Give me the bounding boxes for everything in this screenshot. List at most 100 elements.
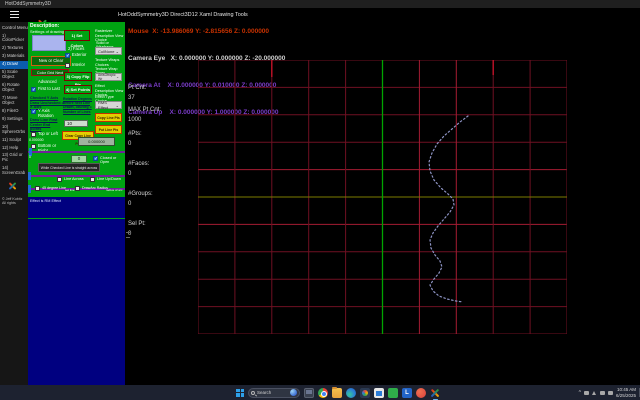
chevron-down-icon: ⌄ [116, 49, 119, 54]
slider-1-track[interactable] [28, 151, 125, 153]
copilot-icon[interactable] [290, 389, 297, 396]
draw-line-first-link[interactable]: Draw Line First Center End points [30, 118, 60, 132]
drawing-canvas[interactable] [198, 60, 567, 334]
taskbar-clock[interactable]: 10:45 AM 6/25/2025 [616, 387, 636, 399]
drawn-curve [429, 116, 468, 302]
sidebar-item-1-colorpicker[interactable]: 1) ColorPicker [0, 32, 28, 45]
set-colors-button[interactable]: 1) Set Colors [64, 30, 90, 41]
slider-value-label: 0.000000 [29, 138, 44, 142]
interior-checkbox[interactable]: Interior [65, 63, 91, 68]
app-header: HotOddSymmetry3D Direct3D12 Xaml Drawing… [0, 8, 640, 22]
sidebar-item-14-screengrab[interactable]: 14) ScreenGrab [0, 165, 28, 178]
sidebar-item-5-scale-object[interactable]: 5) Scale Object [0, 69, 28, 82]
rotation-degrees-link[interactable]: Rotation Degrees before next Line Drawn,… [63, 97, 92, 114]
faces-label: 2) Faces [68, 46, 84, 51]
texture-wrap-dropdown[interactable]: AnisOtropic Wr⌄ [95, 73, 122, 81]
slider-2-thumb[interactable] [28, 172, 31, 180]
sidebar-item-8-fileio[interactable]: 8) FileIO [0, 107, 28, 115]
sidebar-item-6-rotate-object[interactable]: 6) Rotate Object [0, 82, 28, 95]
checkbox-icon[interactable] [75, 186, 80, 191]
exterior-checkbox[interactable]: Exterior [65, 53, 91, 58]
store-icon[interactable] [374, 388, 384, 398]
wifi-icon[interactable] [592, 391, 597, 395]
red-app-icon[interactable] [416, 388, 426, 398]
checkbox-checked-icon[interactable] [65, 53, 70, 58]
line-across-checkbox[interactable]: Line Across [57, 177, 84, 182]
sidebar-item-3-materials[interactable]: 3) Materials [0, 53, 28, 61]
copy-line-pts-button[interactable]: Copy Line Pts [95, 113, 122, 122]
control-menu-items: 1) ColorPicker2) Textures3) Materials4) … [0, 32, 28, 178]
scrollbar-ticks [126, 232, 130, 242]
straight-line-tooltip: While Checked Line is straight across [38, 163, 100, 172]
clock-date: 6/25/2025 [616, 393, 636, 399]
taskbar: Search L ^ 10:45 AM 6/25/2025 [0, 385, 640, 400]
sidebar-item-10-sphereorbs[interactable]: 10) SphereOrbs [0, 123, 28, 136]
copyright-line-2: All rights [0, 201, 28, 206]
start-button-icon[interactable] [236, 389, 244, 397]
grid-and-curve-svg[interactable] [198, 60, 567, 334]
hotodd-app-icon[interactable] [430, 388, 440, 398]
green-app-icon[interactable] [388, 388, 398, 398]
hamburger-menu-icon[interactable] [10, 11, 19, 18]
put-line-pts-button[interactable]: Put Line Pts [95, 125, 122, 134]
search-icon [251, 391, 255, 395]
zero-value-label: 0 [29, 155, 31, 159]
photos-icon[interactable] [360, 388, 370, 398]
chrome-icon[interactable] [318, 388, 328, 398]
checkbox-checked-icon[interactable] [31, 109, 36, 114]
slider-value-box: 0.000000 [78, 137, 115, 146]
sidebar-item-9-settings[interactable]: 9) Settings [0, 115, 28, 123]
zero-value-box: 0 [71, 155, 87, 163]
effect-status-panel: Effect is RM Effect [28, 197, 125, 385]
sidebar-item-13-grid-or-pic[interactable]: 13) Grid or Pic [0, 152, 28, 165]
mouse-coords: Mouse X: -13.986069 Y: -2.815656 Z: 0.00… [128, 27, 285, 36]
line-up-down-checkbox[interactable]: Line Up/Down [90, 177, 121, 182]
monitor-app-icon[interactable] [304, 388, 314, 398]
sidebar-item-2-textures[interactable]: 2) Textures [0, 45, 28, 53]
set-line-note: set line [65, 188, 75, 192]
taskbar-app-icons: L [304, 388, 440, 398]
top-or-left-checkbox[interactable]: Top or Left [31, 132, 63, 137]
file-explorer-icon[interactable] [332, 388, 342, 398]
checkbox-checked-icon[interactable] [93, 156, 98, 161]
sidebar-x-logo-icon [8, 181, 17, 190]
checkbox-icon[interactable] [65, 63, 70, 68]
effect-type-dropdown[interactable]: RMS Effect⌄ [95, 101, 122, 109]
slider-3-thumb[interactable] [28, 185, 31, 193]
checkbox-icon[interactable] [57, 177, 62, 182]
checkbox-checked-icon[interactable] [31, 87, 36, 92]
hidden-icons-chevron-icon[interactable]: ^ [579, 390, 581, 396]
sidebar-item-12-help[interactable]: 12) Help [0, 144, 28, 152]
os-titlebar: HotOddSymmetry3D [0, 0, 640, 8]
pts-label: #Pts: [128, 131, 142, 137]
checkbox-icon[interactable] [31, 132, 36, 137]
tray-app-icon[interactable] [584, 391, 589, 395]
letter-l-app-icon[interactable]: L [402, 388, 412, 398]
sidebar-item-4-draw-[interactable]: 4) Draw! [0, 61, 28, 69]
rotation-degrees-input[interactable]: 10 [64, 120, 88, 127]
sidebar-item-7-move-object[interactable]: 7) Move Object [0, 94, 28, 107]
copy-flip-pts-button[interactable]: 3) Copy Flip Pts [64, 72, 92, 81]
pt-cnt-label: Pt Cnt: [128, 85, 146, 91]
texture-wraps-choices-label: Texture Wraps Choices [95, 58, 124, 67]
deg45-line-checkbox[interactable]: 45 degree Line [35, 186, 66, 191]
speaker-icon[interactable] [600, 391, 605, 395]
checkbox-icon[interactable] [35, 186, 40, 191]
color-swatch[interactable] [32, 35, 66, 51]
battery-icon[interactable] [608, 391, 613, 395]
taskbar-center: Search L [236, 385, 440, 400]
drawarc-radius-checkbox[interactable]: DrawArc Radius [75, 186, 108, 191]
clock-time: 10:45 AM [616, 387, 636, 393]
sidebar-item-11-sculpt[interactable]: 11) Sculpt [0, 136, 28, 144]
cull-mode-dropdown[interactable]: CullNone⌄ [95, 47, 122, 55]
checkbox-icon[interactable] [90, 177, 95, 182]
first-to-last-checkbox[interactable]: First to Last [31, 87, 63, 92]
pts-value: 0 [128, 141, 131, 147]
max-pt-cnt-label: MAX Pt Cnt: [128, 107, 161, 113]
taskbar-search[interactable]: Search [248, 388, 300, 398]
set-points-button[interactable]: 4) Set Points [64, 85, 92, 94]
chevron-down-icon: ⌄ [116, 75, 119, 79]
divider [28, 218, 125, 219]
edge-icon[interactable] [346, 388, 356, 398]
chevron-down-icon: ⌄ [116, 103, 119, 108]
